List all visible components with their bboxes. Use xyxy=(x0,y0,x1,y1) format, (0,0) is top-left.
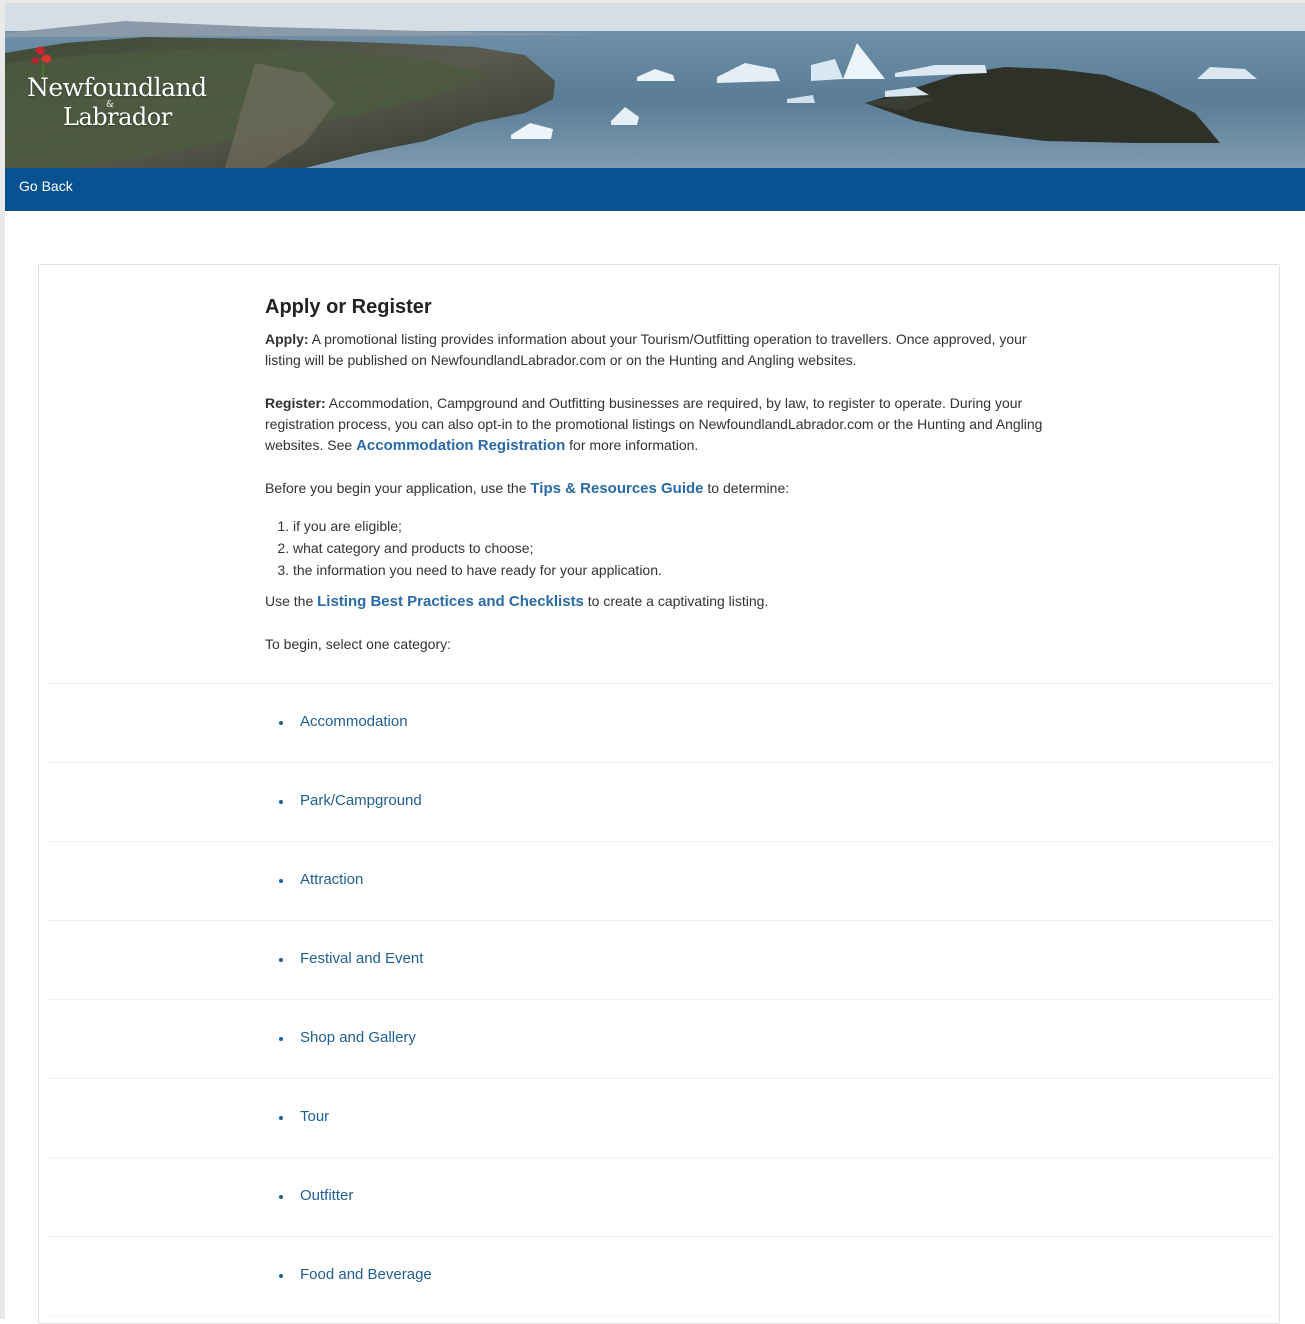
category-row-food-beverage: Food and Beverage xyxy=(46,1236,1274,1315)
intro-section: Apply or Register Apply: A promotional l… xyxy=(265,295,1065,667)
tips-resources-guide-link[interactable]: Tips & Resources Guide xyxy=(530,480,703,497)
before-paragraph: Before you begin your application, use t… xyxy=(265,478,1065,499)
use-text: Use the xyxy=(265,593,318,609)
category-row-shop-gallery: Shop and Gallery xyxy=(46,999,1274,1078)
apply-label: Apply: xyxy=(265,331,309,347)
select-prompt: To begin, select one category: xyxy=(265,636,452,652)
best-practices-paragraph: Use the Listing Best Practices and Check… xyxy=(265,591,1065,612)
category-row-accommodation: Accommodation xyxy=(46,683,1274,762)
apply-register-card: Apply or Register Apply: A promotional l… xyxy=(38,264,1280,1324)
category-link-festival-event[interactable]: Festival and Event xyxy=(300,950,423,967)
category-link-outfitter[interactable]: Outfitter xyxy=(300,1187,353,1204)
category-link-accommodation[interactable]: Accommodation xyxy=(300,713,408,730)
before-text: Before you begin your application, use t… xyxy=(265,480,531,496)
bullet-icon xyxy=(279,721,283,725)
step-item: the information you need to have ready f… xyxy=(293,559,1065,581)
logo-text-labrador: Labrador xyxy=(63,103,172,131)
steps-list: if you are eligible; what category and p… xyxy=(293,515,1065,581)
before-tail: to determine: xyxy=(703,480,790,496)
category-link-park-campground[interactable]: Park/Campground xyxy=(300,792,422,809)
apply-text: A promotional listing provides informati… xyxy=(265,331,1027,368)
bullet-icon xyxy=(279,800,283,804)
header-banner: Newfoundland & Labrador xyxy=(5,3,1305,168)
use-tail: to create a captivating listing. xyxy=(583,593,769,609)
go-back-link[interactable]: Go Back xyxy=(19,178,73,194)
bullet-icon xyxy=(279,1037,283,1041)
bullet-icon xyxy=(279,1274,283,1278)
category-row-festival-event: Festival and Event xyxy=(46,920,1274,999)
category-row-park-campground: Park/Campground xyxy=(46,762,1274,841)
accommodation-registration-link[interactable]: Accommodation Registration xyxy=(356,437,565,454)
category-row-attraction: Attraction xyxy=(46,841,1274,920)
newfoundland-labrador-logo[interactable]: Newfoundland & Labrador xyxy=(27,45,207,135)
bullet-icon xyxy=(279,1195,283,1199)
register-label: Register: xyxy=(265,395,326,411)
page-title: Apply or Register xyxy=(265,296,432,318)
register-paragraph: Register: Accommodation, Campground and … xyxy=(265,393,1065,456)
register-tail: for more information. xyxy=(565,437,699,453)
step-item: what category and products to choose; xyxy=(293,537,1065,559)
apply-paragraph: Apply: A promotional listing provides in… xyxy=(265,329,1065,371)
category-link-shop-gallery[interactable]: Shop and Gallery xyxy=(300,1029,416,1046)
bullet-icon xyxy=(279,958,283,962)
category-row-tour: Tour xyxy=(46,1078,1274,1157)
step-item: if you are eligible; xyxy=(293,515,1065,537)
bullet-icon xyxy=(279,1116,283,1120)
top-nav-bar: Go Back xyxy=(5,168,1305,211)
category-list: Accommodation Park/Campground Attraction… xyxy=(46,683,1274,1315)
category-link-food-beverage[interactable]: Food and Beverage xyxy=(300,1266,432,1283)
listing-best-practices-link[interactable]: Listing Best Practices and Checklists xyxy=(317,593,584,610)
bullet-icon xyxy=(279,879,283,883)
logo-text-newfoundland: Newfoundland xyxy=(27,73,207,102)
category-row-outfitter: Outfitter xyxy=(46,1157,1274,1236)
category-link-attraction[interactable]: Attraction xyxy=(300,871,363,888)
category-link-tour[interactable]: Tour xyxy=(300,1108,329,1125)
